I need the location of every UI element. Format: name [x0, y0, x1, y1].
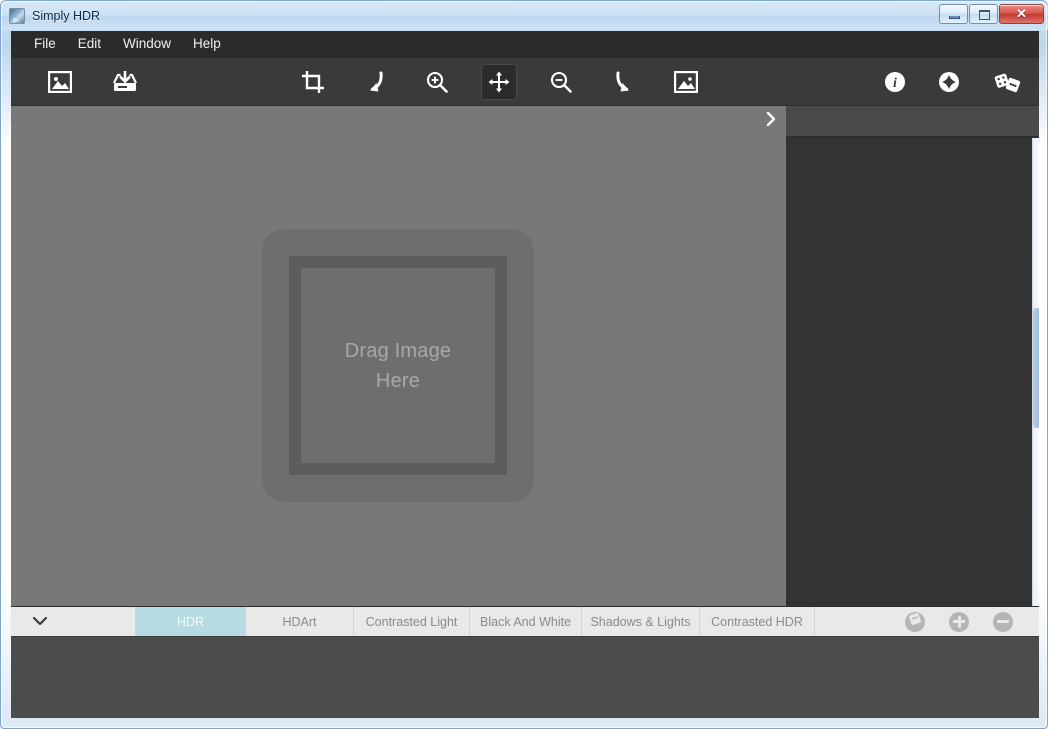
image-frame-icon [674, 71, 698, 93]
info-button[interactable]: i [877, 64, 913, 100]
preset-tab-hdart[interactable]: HDArt [246, 607, 354, 636]
save-image-button[interactable] [107, 64, 143, 100]
preset-category-dropdown[interactable] [11, 607, 136, 636]
app-client-area: File Edit Window Help i Drag Image Here … [11, 31, 1039, 718]
dice-round-icon [908, 612, 922, 631]
window-title: Simply HDR [32, 8, 101, 23]
random-preset-button[interactable] [905, 611, 925, 632]
open-image-button[interactable] [42, 64, 78, 100]
main-toolbar: i [11, 58, 1039, 106]
image-canvas[interactable]: Drag Image Here [11, 106, 786, 606]
application-window: Simply HDR ✕ File Edit Window Help i Dra… [0, 0, 1048, 729]
zoom-in-button[interactable] [419, 64, 455, 100]
dice-icon [994, 71, 1022, 93]
menu-item-file[interactable]: File [23, 33, 67, 56]
chevron-down-icon [32, 613, 48, 631]
window-controls: ✕ [939, 4, 1044, 24]
redo-arrow-icon [613, 71, 635, 93]
image-preview-button[interactable] [668, 64, 704, 100]
menu-item-help[interactable]: Help [182, 33, 232, 56]
undo-button[interactable] [357, 64, 393, 100]
settings-side-panel [786, 106, 1039, 606]
side-panel-body [786, 138, 1039, 606]
side-panel-header [786, 106, 1039, 137]
crop-icon [302, 71, 324, 93]
preset-tab-contrasted-hdr[interactable]: Contrasted HDR [700, 607, 815, 636]
app-photo-icon [9, 8, 25, 24]
move-arrows-icon [488, 71, 510, 93]
minimize-icon [949, 16, 960, 19]
svg-text:i: i [893, 76, 897, 91]
zoom-out-icon [550, 71, 572, 93]
title-bar[interactable]: Simply HDR ✕ [2, 2, 1048, 30]
tab-bar-spacer [815, 607, 905, 636]
crop-button[interactable] [295, 64, 331, 100]
add-preset-button[interactable] [949, 611, 969, 632]
menu-item-edit[interactable]: Edit [67, 33, 112, 56]
preset-tab-shadows-and-lights[interactable]: Shadows & Lights [582, 607, 700, 636]
preset-tab-black-and-white[interactable]: Black And White [470, 607, 582, 636]
scrollbar-thumb[interactable] [1033, 308, 1039, 428]
zoom-out-button[interactable] [543, 64, 579, 100]
preset-tab-bar: HDR HDArt Contrasted Light Black And Whi… [11, 606, 1039, 636]
panel-toggle-button[interactable] [756, 106, 786, 137]
menu-bar: File Edit Window Help [11, 31, 1039, 58]
redo-button[interactable] [606, 64, 642, 100]
maximize-button[interactable] [969, 4, 998, 24]
drop-zone-label: Drag Image Here [344, 339, 452, 392]
remove-preset-button[interactable] [993, 611, 1013, 632]
minus-icon [997, 620, 1009, 623]
save-tray-icon [112, 71, 138, 93]
image-open-icon [48, 71, 72, 93]
drop-zone-frame: Drag Image Here [289, 256, 507, 475]
effects-circle-icon [938, 71, 960, 93]
move-tool-button[interactable] [481, 64, 517, 100]
random-presets-button[interactable] [990, 64, 1026, 100]
info-circle-icon: i [884, 71, 906, 93]
chevron-right-icon [765, 111, 777, 132]
maximize-icon [979, 10, 990, 20]
minimize-button[interactable] [939, 4, 968, 24]
effects-button[interactable] [931, 64, 967, 100]
drop-zone[interactable]: Drag Image Here [262, 229, 534, 502]
side-panel-scrollbar[interactable] [1032, 138, 1039, 606]
preset-actions [905, 607, 1039, 636]
close-icon: ✕ [1016, 6, 1027, 21]
zoom-in-icon [426, 71, 448, 93]
close-button[interactable]: ✕ [999, 4, 1044, 24]
undo-arrow-icon [364, 71, 386, 93]
preset-filmstrip[interactable] [11, 636, 1039, 718]
preset-tab-hdr[interactable]: HDR [136, 607, 246, 636]
preset-tab-contrasted-light[interactable]: Contrasted Light [354, 607, 470, 636]
menu-item-window[interactable]: Window [112, 33, 182, 56]
